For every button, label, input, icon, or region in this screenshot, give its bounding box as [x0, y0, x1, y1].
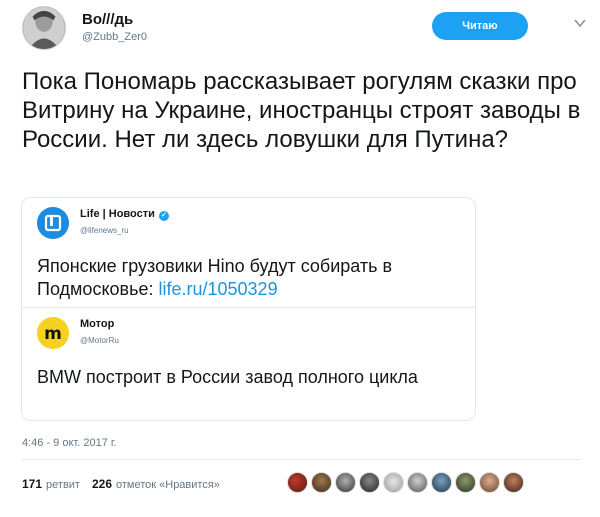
- liker-avatar[interactable]: [383, 472, 404, 493]
- chevron-down-icon[interactable]: [573, 16, 587, 30]
- liker-avatar[interactable]: [407, 472, 428, 493]
- likes-label[interactable]: отметок «Нравится»: [116, 479, 220, 491]
- liker-avatar[interactable]: [479, 472, 500, 493]
- liker-avatar[interactable]: [503, 472, 524, 493]
- liker-avatar[interactable]: [431, 472, 452, 493]
- quote-author-name-text: Life | Новости: [80, 208, 155, 220]
- retweets-label[interactable]: ретвит: [46, 479, 80, 491]
- stats-divider: [21, 459, 581, 460]
- quote-author-handle: @lifenews_ru: [80, 226, 129, 235]
- liker-avatar[interactable]: [455, 472, 476, 493]
- avatar-image: [23, 7, 65, 49]
- quote-divider: [21, 307, 476, 308]
- following-button[interactable]: Читаю: [432, 12, 528, 40]
- liker-avatar[interactable]: [359, 472, 380, 493]
- author-avatar[interactable]: [22, 6, 66, 50]
- motor-logo-icon[interactable]: m: [37, 317, 69, 349]
- quote-author-name[interactable]: Мотор: [80, 318, 114, 330]
- likes-count[interactable]: 226: [92, 477, 112, 491]
- quote-link[interactable]: life.ru/1050329: [158, 279, 277, 299]
- tweet-timestamp[interactable]: 4:46 - 9 окт. 2017 г.: [22, 437, 117, 449]
- tweet-stats: 171 ретвит 226 отметок «Нравится»: [22, 477, 220, 491]
- author-handle[interactable]: @Zubb_Zer0: [82, 31, 147, 43]
- tweet-header: Во///дь @Zubb_Zer0 Читаю: [22, 6, 586, 50]
- liker-avatar[interactable]: [311, 472, 332, 493]
- author-name[interactable]: Во///дь: [82, 11, 133, 28]
- verified-badge-icon: ✓: [158, 211, 169, 221]
- quote-text: Японские грузовики Hino будут собирать в…: [37, 255, 467, 301]
- liker-avatar[interactable]: [335, 472, 356, 493]
- tweet-text: Пока Пономарь рассказывает рогулям сказк…: [22, 68, 581, 153]
- quote-author-handle: @MotorRu: [80, 336, 119, 345]
- quote-text: BMW построит в России завод полного цикл…: [37, 367, 418, 387]
- life-logo-icon[interactable]: [37, 207, 69, 239]
- retweets-count[interactable]: 171: [22, 477, 42, 491]
- liker-avatar[interactable]: [287, 472, 308, 493]
- liker-avatars: [287, 472, 524, 493]
- quote-author-name[interactable]: Life | Новости ✓: [80, 208, 169, 221]
- svg-text:m: m: [44, 324, 62, 344]
